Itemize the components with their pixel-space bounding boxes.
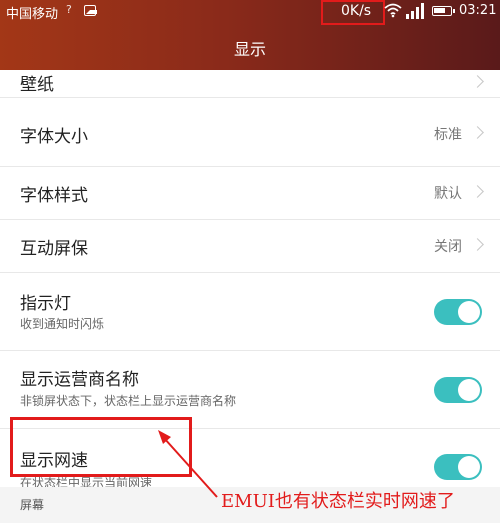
setting-font-size-value: 标准 — [434, 127, 462, 143]
setting-screensaver-value: 关闭 — [434, 239, 462, 255]
net-speed-setting-highlight — [10, 417, 192, 477]
battery-icon — [432, 6, 455, 16]
chevron-right-icon — [471, 238, 484, 251]
signal-icon — [406, 3, 424, 19]
toggle-knob — [458, 301, 480, 323]
carrier-suffix: ? — [66, 3, 72, 16]
setting-font-style[interactable]: 字体样式 默认 — [0, 167, 500, 220]
clock: 03:21 — [459, 3, 497, 18]
setting-carrier-name-title: 显示运营商名称 — [20, 370, 139, 390]
setting-font-style-title: 字体样式 — [20, 186, 88, 206]
setting-indicator-title: 指示灯 — [20, 294, 71, 314]
setting-indicator-subtitle: 收到通知时闪烁 — [20, 317, 105, 331]
carrier-name-toggle[interactable] — [434, 377, 482, 403]
setting-indicator[interactable]: 指示灯 收到通知时闪烁 — [0, 273, 500, 351]
toggle-knob — [458, 379, 480, 401]
status-bar: 中国移动 ? 0K/s 03:21 — [0, 0, 500, 25]
toggle-knob — [458, 456, 480, 478]
setting-wallpaper-title: 壁纸 — [20, 75, 54, 95]
setting-font-style-value: 默认 — [434, 186, 462, 202]
setting-carrier-name-subtitle: 非锁屏状态下，状态栏上显示运营商名称 — [20, 394, 237, 408]
net-speed-toggle[interactable] — [434, 454, 482, 480]
chevron-right-icon — [471, 75, 484, 88]
image-icon — [84, 5, 97, 16]
net-speed-readout: 0K/s — [341, 3, 372, 19]
chevron-right-icon — [471, 185, 484, 198]
page-title: 显示 — [233, 40, 266, 59]
setting-font-size[interactable]: 字体大小 标准 — [0, 98, 500, 167]
setting-wallpaper[interactable]: 壁纸 — [0, 70, 500, 98]
setting-screensaver-title: 互动屏保 — [20, 239, 88, 259]
setting-screensaver[interactable]: 互动屏保 关闭 — [0, 220, 500, 273]
chevron-right-icon — [471, 126, 484, 139]
wifi-icon — [384, 3, 402, 18]
indicator-toggle[interactable] — [434, 299, 482, 325]
carrier-name: 中国移动 — [6, 7, 59, 22]
annotation-text: EMUI也有状态栏实时网速了 — [221, 491, 455, 512]
setting-font-size-title: 字体大小 — [20, 127, 88, 147]
section-label-screen: 屏幕 — [20, 498, 45, 512]
header-background: 中国移动 ? 0K/s 03:21 显示 — [0, 0, 500, 70]
